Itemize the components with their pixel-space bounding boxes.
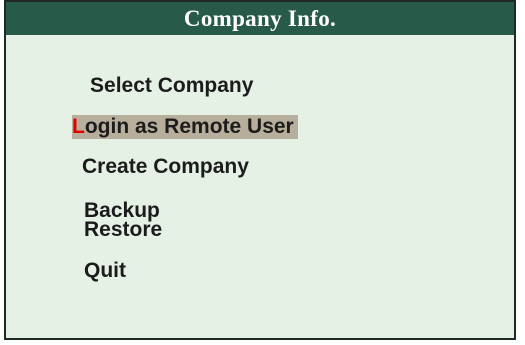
menu-item-create-company[interactable]: Create Company [82, 155, 249, 179]
menu-item-label: estore [99, 218, 163, 241]
hotkey-letter: S [90, 74, 105, 97]
menu-item-login-remote-user[interactable]: Login as Remote User [72, 115, 298, 139]
company-info-menu: Company Info. Select Company Login as Re… [4, 0, 516, 340]
menu-item-label: reate Company [97, 155, 249, 178]
menu-item-label: uit [100, 259, 126, 282]
hotkey-letter: Q [84, 259, 101, 282]
hotkey-letter: R [84, 218, 100, 241]
menu-item-restore[interactable]: Restore [84, 218, 162, 242]
menu-item-select-company[interactable]: Select Company [90, 74, 253, 98]
hotkey-letter: C [82, 155, 98, 178]
menu-item-quit[interactable]: Quit [84, 259, 126, 283]
menu-item-label: elect Company [104, 74, 254, 97]
menu-item-label: ogin as Remote User [84, 115, 294, 138]
hotkey-letter: L [72, 115, 85, 138]
menu-title: Company Info. [6, 2, 514, 35]
